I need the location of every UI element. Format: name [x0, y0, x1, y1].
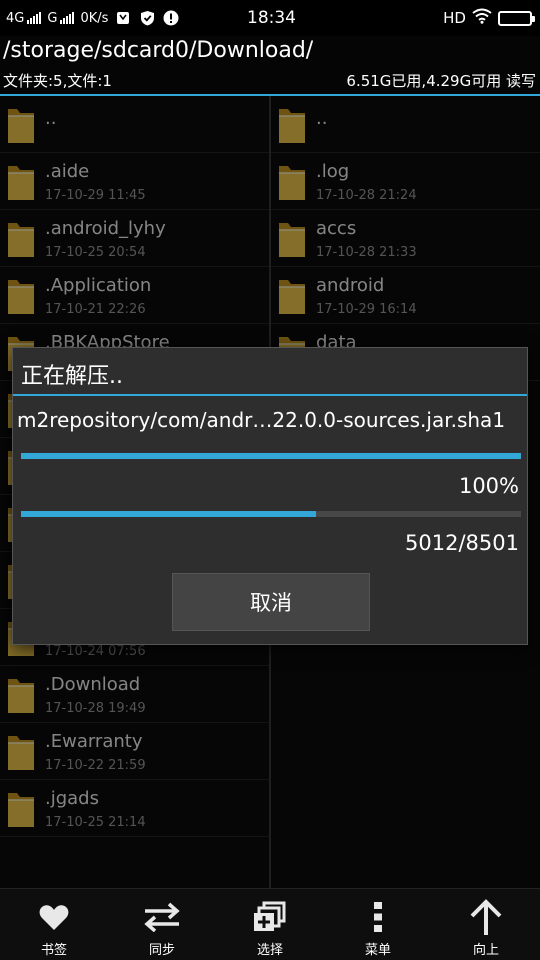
- cancel-button[interactable]: 取消: [172, 573, 370, 631]
- file-progress-percent: 100%: [458, 474, 519, 498]
- nav-bookmarks[interactable]: 书签: [0, 889, 108, 960]
- bottom-toolbar: 书签 同步 选择 菜单 向上: [0, 888, 540, 960]
- storage-info: 6.51G已用,4.29G可用 读写: [346, 72, 536, 90]
- dialog-title-divider: [13, 394, 527, 396]
- menu-icon: [373, 898, 383, 936]
- sync-icon: [143, 898, 181, 936]
- nav-menu[interactable]: 菜单: [324, 889, 432, 960]
- nav-menu-label: 菜单: [364, 943, 391, 958]
- signal-icon: [27, 12, 42, 24]
- extract-progress-dialog: 正在解压.. m2repository/com/andr…22.0.0-sour…: [12, 347, 528, 645]
- path-bar: /storage/sdcard0/Download/ 文件夹:5,文件:1 6.…: [0, 36, 540, 96]
- heart-icon: [39, 898, 69, 936]
- current-file-name: m2repository/com/andr…22.0.0-sources.jar…: [17, 408, 506, 432]
- dialog-title: 正在解压..: [21, 364, 123, 389]
- wifi-icon: [472, 8, 492, 28]
- item-counts: 文件夹:5,文件:1: [3, 72, 112, 90]
- nav-bookmarks-label: 书签: [40, 943, 67, 958]
- network-speed: 0K/s: [80, 10, 109, 26]
- nav-up-label: 向上: [472, 943, 499, 958]
- network-type: 4G: [6, 10, 25, 26]
- shield-check-icon: [138, 9, 156, 27]
- battery-icon: [498, 10, 535, 26]
- notification-icon: [114, 9, 132, 27]
- current-path[interactable]: /storage/sdcard0/Download/: [3, 38, 313, 63]
- nav-select-label: 选择: [256, 943, 283, 958]
- total-progress-count: 5012/8501: [405, 531, 519, 555]
- file-progress-bar: [21, 453, 521, 459]
- clock: 18:34: [247, 8, 296, 28]
- select-icon: [252, 898, 288, 936]
- total-progress-bar: [21, 511, 521, 517]
- hd-indicator: HD: [443, 9, 466, 27]
- nav-up[interactable]: 向上: [432, 889, 540, 960]
- nav-sync[interactable]: 同步: [108, 889, 216, 960]
- alert-icon: [162, 9, 180, 27]
- up-arrow-icon: [469, 898, 503, 936]
- signal-icon-2: [60, 12, 75, 24]
- nav-select[interactable]: 选择: [216, 889, 324, 960]
- nav-sync-label: 同步: [148, 943, 175, 958]
- status-bar: 4G G 0K/s 18:34 HD: [0, 0, 540, 36]
- carrier-label: G: [47, 10, 58, 26]
